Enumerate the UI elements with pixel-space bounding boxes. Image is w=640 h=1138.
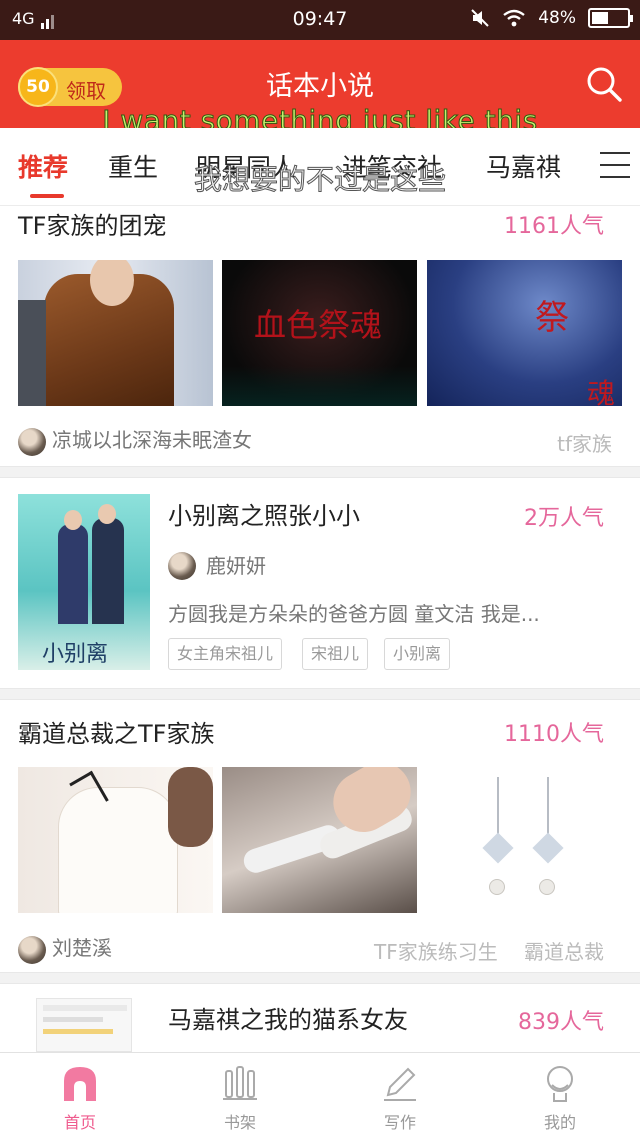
pen-icon: [384, 1067, 416, 1101]
story-image: 血色祭魂: [222, 260, 417, 406]
lyric-overlay-chinese: 我想要的不过是这些: [193, 163, 446, 197]
story-image: [18, 260, 213, 406]
story-cover: [36, 998, 132, 1052]
nav-label: 写作: [383, 1113, 416, 1132]
story-cover: 小别离: [18, 494, 150, 670]
nav-profile[interactable]: 我的: [480, 1053, 640, 1138]
story-image: [222, 767, 417, 913]
story-title: TF家族的团宠: [18, 212, 167, 240]
popularity-count: 2万人气: [524, 506, 604, 531]
story-tag[interactable]: 霸道总裁: [524, 936, 604, 965]
search-icon[interactable]: [584, 64, 624, 104]
author-name: 凉城以北深海未眠渣女: [52, 428, 252, 452]
story-image: [427, 767, 622, 913]
story-image: [18, 767, 213, 913]
nav-bookshelf[interactable]: 书架: [160, 1053, 320, 1138]
story-title: 马嘉祺之我的猫系女友: [168, 1006, 408, 1034]
divider: [0, 466, 640, 478]
popularity-count: 1161人气: [504, 214, 604, 239]
story-title: 小别离之照张小小: [168, 502, 360, 530]
divider: [0, 972, 640, 984]
popularity-count: 1110人气: [504, 722, 604, 747]
story-image: 祭 魂: [427, 260, 622, 406]
popularity-count: 839人气: [518, 1010, 604, 1035]
bookshelf-icon: [223, 1066, 257, 1100]
nav-label: 首页: [63, 1113, 96, 1132]
nav-label: 书架: [223, 1113, 256, 1132]
bottom-navigation: 首页 书架 写作 我的: [0, 1052, 640, 1138]
wifi-icon: [503, 9, 525, 27]
author-name: 鹿妍妍: [206, 554, 266, 578]
app-title: 话本小说: [266, 71, 374, 102]
story-description: 方圆我是方朵朵的爸爸方圆 童文洁 我是...: [168, 602, 540, 626]
profile-icon: [547, 1066, 573, 1102]
story-tag[interactable]: 女主角宋祖儿: [168, 638, 283, 670]
story-tag[interactable]: 宋祖儿: [302, 638, 369, 670]
status-bar: 4G 09:47 48%: [0, 0, 640, 40]
story-title: 霸道总裁之TF家族: [18, 720, 215, 748]
story-tag[interactable]: TF家族练习生: [374, 936, 498, 965]
avatar: [18, 428, 46, 456]
story-tag[interactable]: 小别离: [384, 638, 451, 670]
avatar: [168, 552, 196, 580]
nav-home[interactable]: 首页: [0, 1053, 160, 1138]
battery-icon: [588, 8, 633, 28]
battery-percent: 48%: [538, 8, 576, 28]
mute-icon: [471, 9, 489, 27]
nav-write[interactable]: 写作: [320, 1053, 480, 1138]
nav-label: 我的: [543, 1113, 576, 1132]
avatar: [18, 936, 46, 964]
story-tag[interactable]: tf家族: [557, 428, 612, 457]
author-name: 刘楚溪: [52, 936, 112, 960]
divider: [0, 688, 640, 700]
home-icon: [64, 1067, 96, 1101]
